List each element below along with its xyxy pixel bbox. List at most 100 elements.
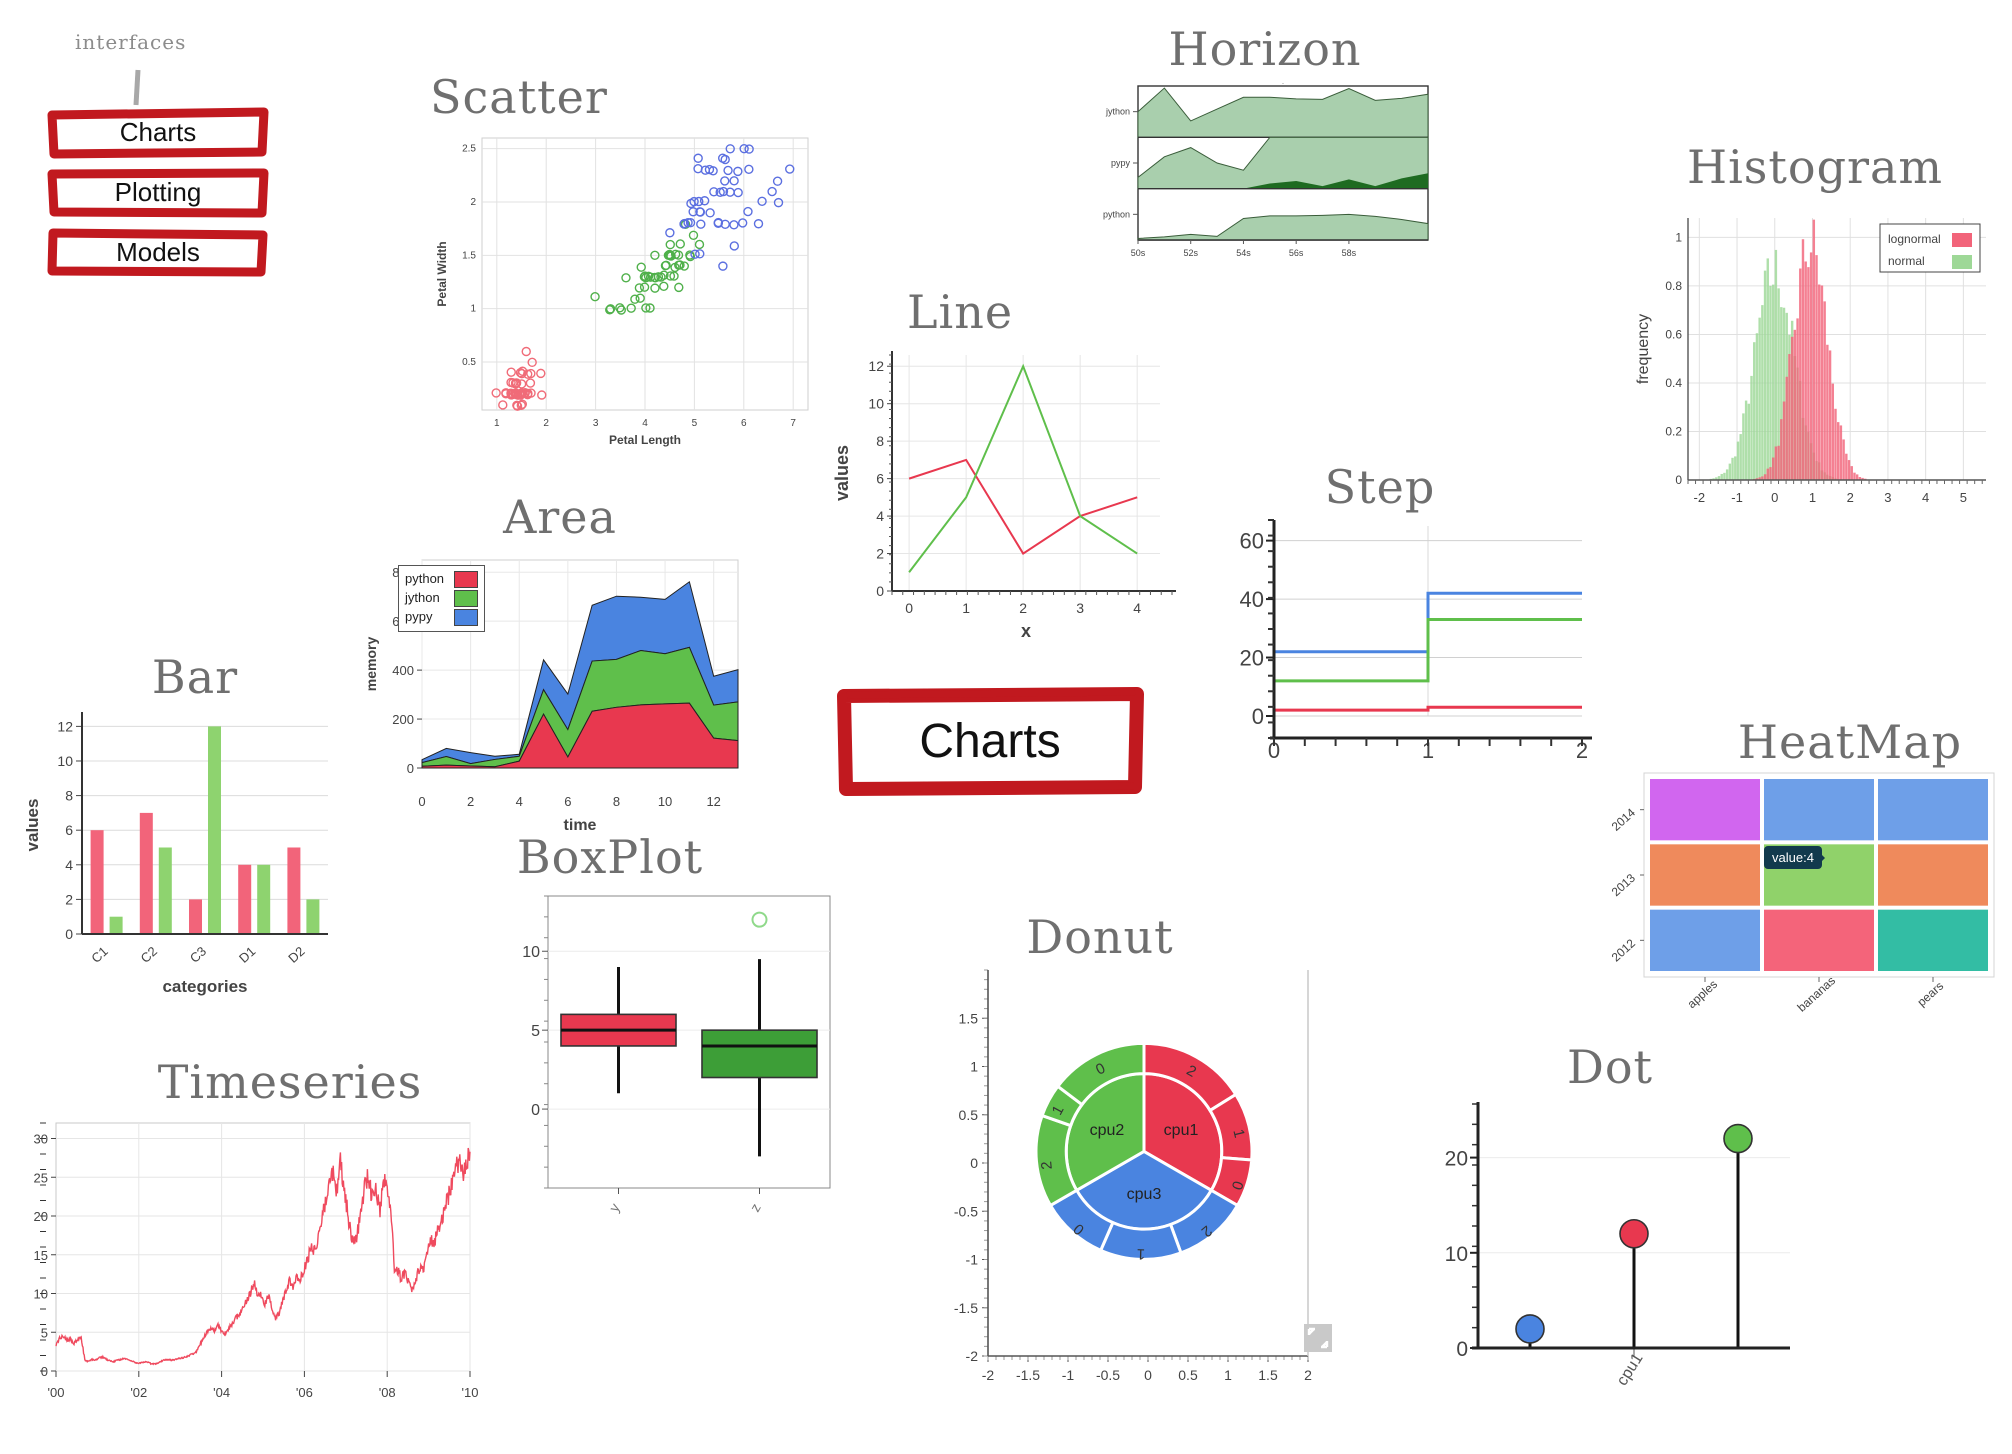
legend-item[interactable]: pypy <box>405 608 478 627</box>
histogram-bar[interactable] <box>1837 422 1839 480</box>
heatmap-cell[interactable] <box>1650 779 1760 840</box>
legend-item[interactable]: jython <box>405 589 478 608</box>
step-series[interactable] <box>1274 707 1582 710</box>
histogram-bar[interactable] <box>1721 474 1723 480</box>
histogram-bar[interactable] <box>1834 409 1836 480</box>
timeseries-plot-canvas[interactable]: 051015202530'00'02'04'06'08'10 <box>10 1113 490 1433</box>
histogram-bar[interactable] <box>1848 460 1850 480</box>
area-legend[interactable]: python jython pypy <box>398 565 485 632</box>
heatmap-cell[interactable] <box>1878 779 1988 840</box>
histogram-bar[interactable] <box>1815 255 1817 480</box>
histogram-bar[interactable] <box>1796 318 1798 480</box>
histogram-bar[interactable] <box>1813 220 1815 480</box>
histogram-bar[interactable] <box>1821 285 1823 480</box>
dot-marker[interactable] <box>1724 1125 1752 1153</box>
heatmap-plot-canvas[interactable]: 2014 2013 2012 apples bananas pears <box>1570 773 2000 1033</box>
dot-marker[interactable] <box>1516 1315 1544 1343</box>
histogram-bar[interactable] <box>1842 439 1844 480</box>
heatmap-cell[interactable] <box>1764 779 1874 840</box>
legend-item[interactable]: python <box>405 570 478 589</box>
histogram-bar[interactable] <box>1723 473 1725 480</box>
scatter-plot-canvas[interactable]: 1 2 3 4 5 6 7 0.5 1 1.5 2 2.5 Petal Length Petal Widt… <box>430 128 820 458</box>
histogram-bar[interactable] <box>1845 454 1847 480</box>
horizon-plot-canvas[interactable]: jython pypy python 50s 52s 54s 56s 58s. <box>1090 80 1440 290</box>
bar[interactable] <box>159 847 172 934</box>
charts-stamp[interactable]: Charts <box>835 685 1145 797</box>
histogram-bar[interactable] <box>1818 285 1820 480</box>
line-plot-canvas[interactable]: 0 1 2 3 4024681012xvalues <box>830 341 1180 641</box>
box[interactable] <box>702 1030 817 1077</box>
histogram-bar[interactable] <box>1851 466 1853 480</box>
histogram-bar[interactable] <box>1750 376 1752 480</box>
histogram-bar[interactable] <box>1777 446 1779 480</box>
histogram-bar[interactable] <box>1804 261 1806 480</box>
histogram-bar[interactable] <box>1788 354 1790 480</box>
histogram-bar[interactable] <box>1829 350 1831 480</box>
histogram-bar[interactable] <box>1853 473 1855 480</box>
histogram-bar[interactable] <box>1823 301 1825 480</box>
histogram-bar[interactable] <box>1734 456 1736 480</box>
bar[interactable] <box>110 917 123 934</box>
histogram-bar[interactable] <box>1772 285 1774 480</box>
step-plot-canvas[interactable]: 0 1 20204060 <box>1210 516 1610 786</box>
dot-marker[interactable] <box>1620 1220 1648 1248</box>
bar-plot-canvas[interactable]: 0 2 4 6 8 10 12 C1 C2 C3 D1 D2 categories values <box>20 706 350 1006</box>
boxplot-canvas[interactable]: 0 5 10 y z <box>500 888 860 1248</box>
heatmap-cell[interactable] <box>1878 844 1988 905</box>
histogram-bar[interactable] <box>1764 474 1766 480</box>
histogram-bar[interactable] <box>1737 442 1739 480</box>
histogram-bar[interactable] <box>1780 419 1782 480</box>
histogram-bar[interactable] <box>1799 268 1801 480</box>
histogram-bar[interactable] <box>1769 467 1771 480</box>
histogram-bar[interactable] <box>1767 258 1769 480</box>
histogram-bar[interactable] <box>1745 401 1747 480</box>
histogram-bar[interactable] <box>1739 434 1741 480</box>
heatmap-cell[interactable] <box>1764 910 1874 971</box>
histogram-bar[interactable] <box>1840 425 1842 480</box>
bar[interactable] <box>91 830 104 934</box>
interface-box-plotting[interactable]: Plotting <box>48 168 268 216</box>
histogram-bar[interactable] <box>1764 271 1766 480</box>
histogram-bar[interactable] <box>1775 250 1777 480</box>
bar[interactable] <box>257 865 270 934</box>
histogram-bar[interactable] <box>1802 239 1804 480</box>
histogram-bar[interactable] <box>1772 458 1774 480</box>
heatmap-cell[interactable] <box>1878 910 1988 971</box>
dot-plot-canvas[interactable]: 0 10 20 cpu1 <box>1420 1096 1840 1406</box>
histogram-bar[interactable] <box>1761 305 1763 480</box>
histogram-bar[interactable] <box>1758 318 1760 480</box>
histogram-bar[interactable] <box>1807 267 1809 480</box>
histogram-bar[interactable] <box>1832 384 1834 480</box>
heatmap-cell[interactable] <box>1650 844 1760 905</box>
heatmap-cell[interactable] <box>1650 910 1760 971</box>
histogram-bar[interactable] <box>1775 446 1777 480</box>
bar[interactable] <box>238 865 251 934</box>
histogram-bar[interactable] <box>1826 345 1828 480</box>
histogram-bar[interactable] <box>1731 458 1733 480</box>
bar[interactable] <box>287 847 300 934</box>
histogram-bar[interactable] <box>1810 252 1812 480</box>
histogram-bar[interactable] <box>1729 464 1731 480</box>
bar[interactable] <box>140 813 153 934</box>
histogram-bar[interactable] <box>1794 330 1796 480</box>
histogram-bar[interactable] <box>1791 337 1793 480</box>
donut-plot-canvas[interactable]: -2 -1.5 -1 -0.5 0 0.5 1 1.5 2 -2 -1.5 -1 -0.5 0 0.5 1 1.… <box>930 966 1330 1396</box>
histogram-bar[interactable] <box>1753 342 1755 480</box>
histogram-bar[interactable] <box>1769 286 1771 480</box>
histogram-legend[interactable]: lognormal normal <box>1880 224 1980 272</box>
bar[interactable] <box>306 899 319 934</box>
histogram-bar[interactable] <box>1748 404 1750 480</box>
histogram-plot-canvas[interactable]: -2 -1 0 1 2 3 4 5 0 0.2 0.4 0.6 0.8 1 frequency lognorm… <box>1630 200 2000 560</box>
histogram-bar[interactable] <box>1756 333 1758 480</box>
interface-box-charts[interactable]: Charts <box>48 108 268 156</box>
bar[interactable] <box>208 726 221 934</box>
histogram-bar[interactable] <box>1783 402 1785 480</box>
bar[interactable] <box>189 899 202 934</box>
histogram-bar[interactable] <box>1767 469 1769 480</box>
histogram-bar[interactable] <box>1856 474 1858 480</box>
histogram-bar[interactable] <box>1742 413 1744 480</box>
interface-box-models[interactable]: Models <box>48 228 268 276</box>
resize-handle-icon[interactable] <box>1304 1324 1332 1352</box>
histogram-bar[interactable] <box>1786 377 1788 480</box>
histogram-bar[interactable] <box>1726 469 1728 480</box>
